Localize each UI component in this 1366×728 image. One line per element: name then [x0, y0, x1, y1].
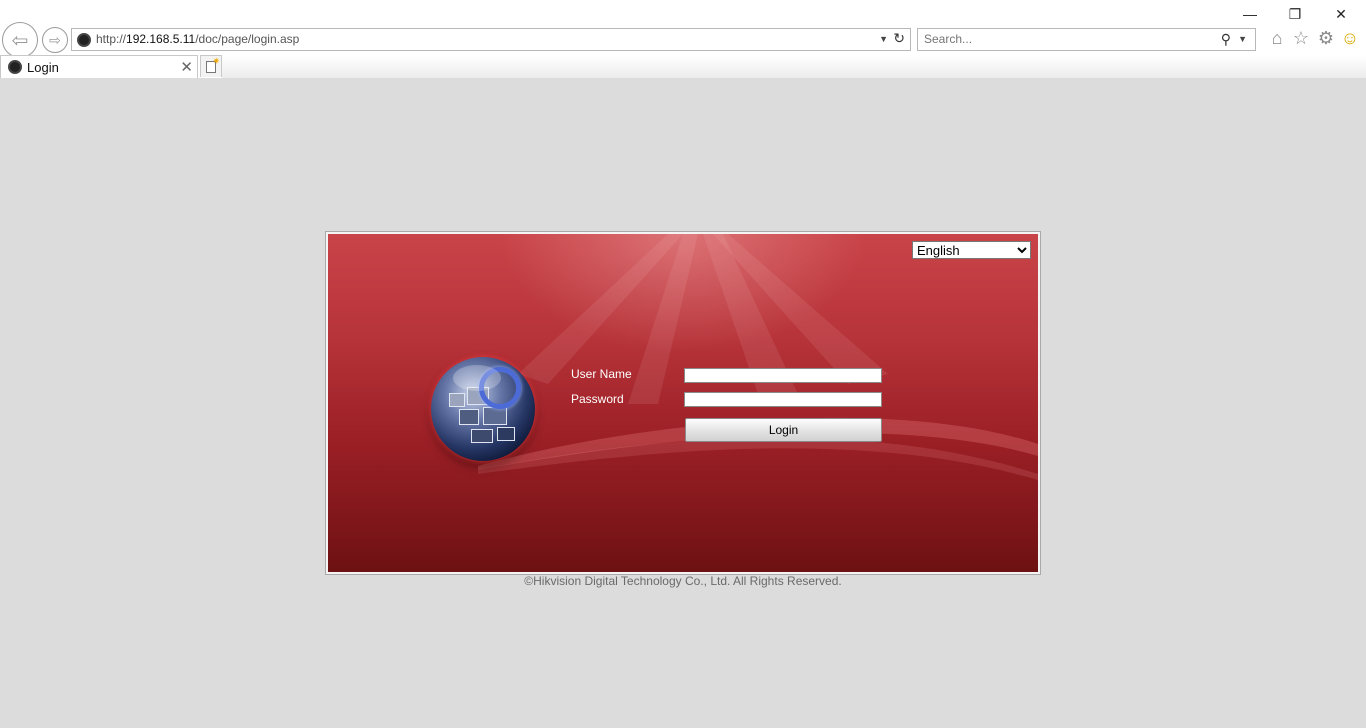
globe-tile [459, 409, 479, 425]
url-path: /doc/page/login.asp [195, 32, 300, 46]
url-host: 192.168.5.11 [126, 32, 196, 46]
username-input[interactable] [684, 368, 882, 383]
globe-shine [453, 365, 501, 391]
globe-tile [449, 393, 465, 407]
close-window-button[interactable]: ✕ [1327, 4, 1355, 24]
password-input[interactable] [684, 392, 882, 407]
back-arrow-icon: ⇦ [11, 29, 29, 52]
site-favicon-icon [77, 33, 91, 47]
hikvision-globe-logo [431, 357, 535, 461]
address-dropdown-icon[interactable]: ▼ [879, 29, 888, 50]
login-panel: English User Name Password Login [328, 234, 1038, 572]
search-box[interactable]: ⚲ ▼ [917, 28, 1256, 51]
login-button[interactable]: Login [685, 418, 882, 442]
tab-close-icon[interactable]: ✕ [180, 58, 193, 76]
password-label: Password [571, 392, 624, 406]
search-dropdown-icon[interactable]: ▼ [1238, 29, 1247, 50]
new-tab-button[interactable]: ✷ [200, 55, 222, 77]
settings-gear-icon[interactable]: ⚙ [1315, 27, 1337, 49]
globe-tile [483, 407, 507, 425]
username-label: User Name [571, 367, 632, 381]
new-tab-icon: ✷ [206, 56, 220, 73]
tab-favicon-icon [8, 60, 22, 74]
globe-tile [471, 429, 493, 443]
copyright-text: ©Hikvision Digital Technology Co., Ltd. … [524, 574, 842, 588]
globe-tile [497, 427, 515, 441]
forward-button[interactable]: ⇨ [42, 27, 68, 53]
back-button[interactable]: ⇦ [2, 22, 38, 58]
browser-chrome: — ❐ ✕ ⇦ ⇨ http://192.168.5.11/doc/page/l… [0, 0, 1366, 78]
login-panel-frame: English User Name Password Login [325, 231, 1041, 575]
search-input[interactable] [924, 32, 1204, 46]
url-protocol: http:// [96, 32, 127, 46]
home-icon[interactable]: ⌂ [1266, 27, 1288, 49]
forward-arrow-icon: ⇨ [49, 31, 61, 48]
refresh-icon[interactable]: ↻ [893, 28, 905, 49]
minimize-button[interactable]: — [1236, 4, 1264, 24]
language-select[interactable]: English [912, 241, 1031, 259]
tab-title: Login [27, 60, 59, 75]
favorites-star-icon[interactable]: ☆ [1290, 27, 1312, 49]
search-icon[interactable]: ⚲ [1221, 29, 1231, 50]
feedback-smiley-icon[interactable]: ☺ [1339, 27, 1361, 49]
address-url: http://192.168.5.11/doc/page/login.asp [96, 29, 299, 50]
tab-login[interactable]: Login ✕ [0, 55, 198, 78]
restore-button[interactable]: ❐ [1281, 4, 1309, 24]
address-bar[interactable]: http://192.168.5.11/doc/page/login.asp ▼… [71, 28, 911, 51]
tab-strip-background [222, 56, 1366, 78]
